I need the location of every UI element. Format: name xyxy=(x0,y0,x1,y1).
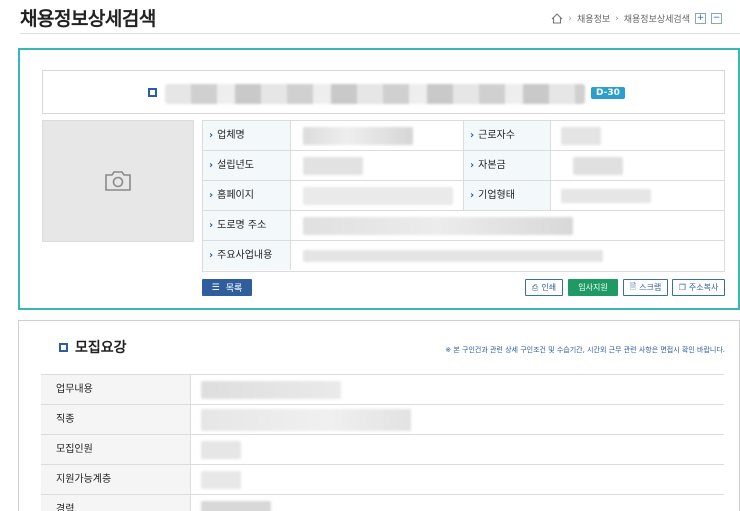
recruitment-section: 모집요강 ※ 본 구인건과 관련 상세 구인조건 및 수습기간, 시간외 근무 … xyxy=(18,320,740,511)
list-button[interactable]: ☰ 목록 xyxy=(202,279,252,296)
redacted-value xyxy=(303,217,573,235)
copy-address-button[interactable]: ❐ 주소복사 xyxy=(672,279,725,296)
redacted-value xyxy=(201,381,341,399)
page-title: 채용정보상세검색 xyxy=(20,8,156,30)
document-icon: 🗎 xyxy=(629,281,637,291)
chevron-right-icon: › xyxy=(470,130,475,141)
header-divider xyxy=(20,33,740,34)
chevron-right-icon: › xyxy=(209,130,214,141)
redacted-value xyxy=(201,501,271,511)
info-label: › 도로명 주소 xyxy=(203,211,291,240)
section-title: 모집요강 xyxy=(59,337,127,357)
chevron-right-icon: › xyxy=(615,13,619,24)
printer-icon: ⎙ xyxy=(531,282,539,292)
redacted-value xyxy=(201,441,241,459)
info-row: › 설립년도 › 자본금 xyxy=(203,151,724,181)
home-icon[interactable] xyxy=(551,13,563,24)
redacted-value xyxy=(573,157,623,175)
copy-icon: ❐ xyxy=(678,283,686,292)
table-row: 지원가능계층 xyxy=(41,465,724,495)
chevron-right-icon: › xyxy=(209,220,214,231)
dday-badge: D-30 xyxy=(591,87,625,99)
zoom-out-button[interactable]: − xyxy=(711,13,722,24)
redacted-value xyxy=(561,189,651,203)
bullet-square-icon xyxy=(148,88,157,97)
company-photo-placeholder xyxy=(42,120,194,242)
breadcrumb-item-jobs[interactable]: 채용정보 xyxy=(577,12,610,25)
row-label: 모집인원 xyxy=(41,435,191,464)
info-row: › 도로명 주소 xyxy=(203,211,724,241)
info-label: › 자본금 xyxy=(463,151,551,180)
table-row: 업무내용 xyxy=(41,375,724,405)
info-label: › 홈페이지 xyxy=(203,181,291,210)
breadcrumb: › 채용정보 › 채용정보상세검색 + − xyxy=(551,12,722,25)
redacted-value xyxy=(303,127,413,145)
table-row: 경력 xyxy=(41,495,724,511)
redacted-value xyxy=(303,187,453,205)
page: 채용정보상세검색 › 채용정보 › 채용정보상세검색 + − D-30 › 업체명 xyxy=(0,0,740,511)
redacted-value xyxy=(561,127,601,145)
zoom-in-button[interactable]: + xyxy=(695,13,706,24)
table-row: 직종 xyxy=(41,405,724,435)
redacted-value xyxy=(201,471,241,489)
row-label: 직종 xyxy=(41,405,191,434)
row-label: 지원가능계층 xyxy=(41,465,191,494)
chevron-right-icon: › xyxy=(470,160,475,171)
print-button[interactable]: ⎙ 인쇄 xyxy=(525,279,563,296)
info-label: › 설립년도 xyxy=(203,151,291,180)
info-row: › 업체명 › 근로자수 xyxy=(203,121,724,151)
row-label: 경력 xyxy=(41,495,191,511)
chevron-right-icon: › xyxy=(209,190,214,201)
info-label: › 주요사업내용 xyxy=(203,241,291,270)
company-summary-box: D-30 › 업체명 › 근로자수 › 설립년도 › 자본금 › 홈페이지 › … xyxy=(18,48,740,310)
scrap-button[interactable]: 🗎 스크랩 xyxy=(623,279,668,296)
menu-icon: ☰ xyxy=(211,282,220,293)
redacted-value xyxy=(201,409,411,431)
recruitment-table: 업무내용 직종 모집인원 지원가능계층 경력 xyxy=(41,374,724,511)
breadcrumb-item-current[interactable]: 채용정보상세검색 xyxy=(624,12,690,25)
chevron-right-icon: › xyxy=(209,250,214,261)
company-name-redacted xyxy=(165,84,585,104)
chevron-right-icon: › xyxy=(568,13,573,24)
info-label: › 업체명 xyxy=(203,121,291,150)
info-row: › 홈페이지 › 기업형태 xyxy=(203,181,724,211)
table-row: 모집인원 xyxy=(41,435,724,465)
recruitment-notice: ※ 본 구인건과 관련 상세 구인조건 및 수습기간, 시간외 근무 관련 사항… xyxy=(445,346,725,354)
chevron-right-icon: › xyxy=(209,160,214,171)
company-info-table: › 업체명 › 근로자수 › 설립년도 › 자본금 › 홈페이지 › 기업형태 › xyxy=(202,120,725,272)
camera-icon xyxy=(105,171,131,191)
redacted-value xyxy=(303,250,603,262)
info-label: › 근로자수 xyxy=(463,121,551,150)
bullet-square-icon xyxy=(59,342,68,352)
apply-button[interactable]: 입사지원 xyxy=(568,279,618,296)
row-label: 업무내용 xyxy=(41,375,191,404)
redacted-value xyxy=(303,157,363,175)
company-name-bar: D-30 xyxy=(42,70,725,114)
info-row: › 주요사업내용 xyxy=(203,241,724,271)
chevron-right-icon: › xyxy=(470,190,475,201)
info-label: › 기업형태 xyxy=(463,181,551,210)
